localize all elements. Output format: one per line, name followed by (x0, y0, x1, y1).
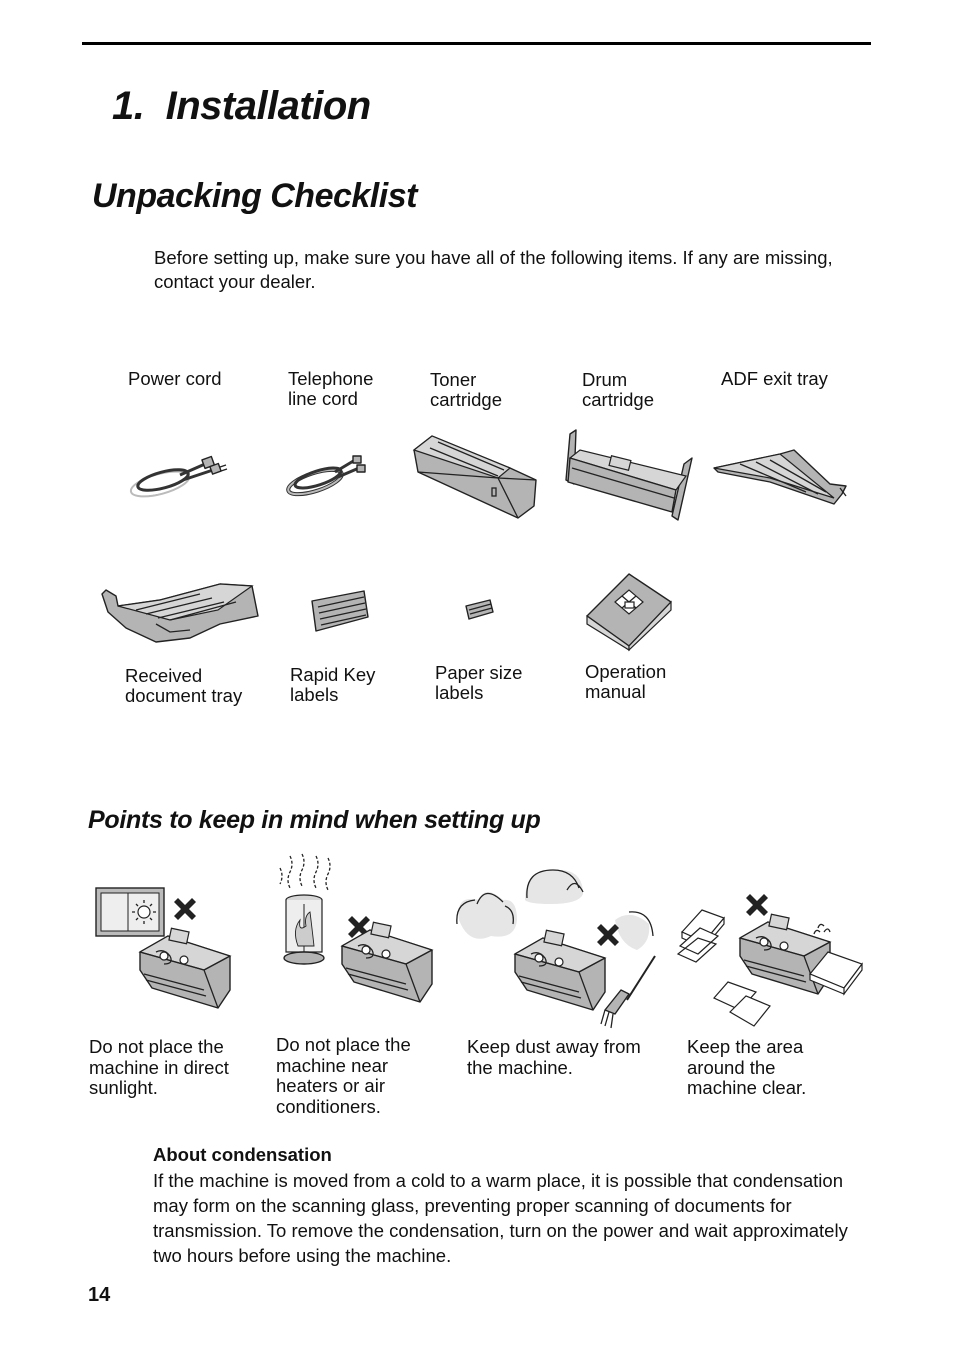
rapid-key-labels-icon (311, 590, 369, 632)
power-cord-icon (129, 455, 228, 498)
telephone-line-cord-icon (286, 455, 366, 497)
tip-text-clear-area: Keep the area around the machine clear. (687, 1036, 807, 1098)
item-label-power-cord: Power cord (128, 368, 222, 389)
header-rule (82, 42, 871, 45)
received-document-tray-icon (101, 583, 259, 643)
item-label-toner-cartridge: Toner cartridge (430, 369, 502, 410)
adf-exit-tray-icon (713, 449, 847, 505)
points-title: Points to keep in mind when setting up (88, 806, 541, 834)
item-label-received-document-tray: Received document tray (125, 665, 243, 706)
tip-text-sunlight: Do not place the machine in direct sunli… (89, 1036, 229, 1098)
tip-text-dust: Keep dust away from the machine. (467, 1036, 641, 1078)
condensation-note-body: If the machine is moved from a cold to a… (153, 1170, 848, 1266)
operation-manual-icon (586, 573, 672, 652)
heater-warning-icon (279, 853, 433, 1003)
paper-size-labels-icon (465, 599, 494, 620)
item-label-drum-cartridge: Drum cartridge (582, 369, 654, 410)
toner-cartridge-icon (412, 435, 537, 519)
intro-paragraph: Before setting up, make sure you have al… (154, 247, 833, 292)
clutter-warning-icon (676, 894, 863, 1027)
chapter-title: 1. Installation (112, 84, 371, 128)
item-label-operation-manual: Operation manual (585, 661, 667, 702)
drum-cartridge-icon (565, 429, 693, 521)
section-title: Unpacking Checklist (92, 177, 417, 215)
condensation-note-title: About condensation (153, 1144, 332, 1165)
tip-text-heaters: Do not place the machine near heaters or… (276, 1034, 411, 1117)
page-number: 14 (88, 1284, 111, 1306)
item-label-adf-exit-tray: ADF exit tray (721, 368, 828, 389)
item-label-rapid-key-labels: Rapid Key labels (290, 664, 376, 705)
dust-warning-icon (456, 869, 656, 1029)
item-label-telephone-line-cord: Telephone line cord (288, 368, 374, 409)
sunlight-warning-icon (95, 887, 231, 1009)
item-label-paper-size-labels: Paper size labels (435, 662, 523, 703)
